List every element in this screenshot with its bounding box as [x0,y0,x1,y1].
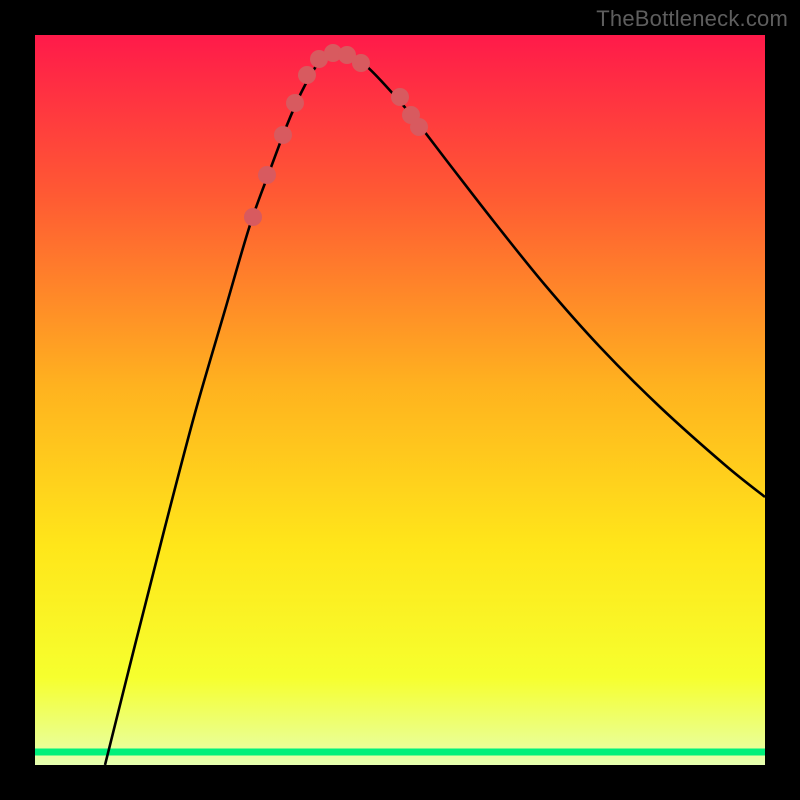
highlight-dot [244,208,262,226]
plot-area [35,35,765,765]
highlight-dot [391,88,409,106]
frame: TheBottleneck.com [0,0,800,800]
highlight-dot [352,54,370,72]
gradient-background [35,35,765,765]
watermark-text: TheBottleneck.com [596,6,788,32]
highlight-dot [258,166,276,184]
highlight-dot [286,94,304,112]
highlight-dot [410,118,428,136]
highlight-dot [274,126,292,144]
chart-svg [35,35,765,765]
highlight-dot [298,66,316,84]
